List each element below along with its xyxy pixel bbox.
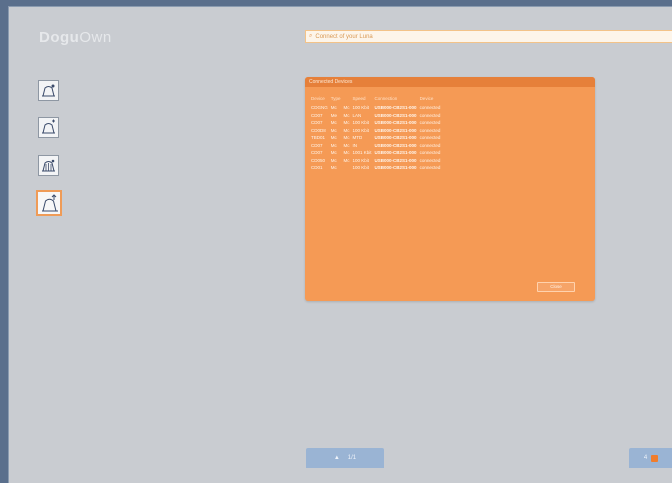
table-row[interactable]: CD07 Mc Mc 1001 Kbit USB000-CB2S1-000 connect…	[311, 149, 443, 157]
table-cell: connected	[419, 142, 441, 148]
tool-bell-network[interactable]	[38, 155, 59, 176]
arrow-up-icon: ▲	[333, 455, 340, 461]
table-cell: USB000-CB2S1-000	[374, 157, 417, 163]
table-cell: 100 Kbit	[352, 157, 370, 163]
table-cell: USB000-CB2S1-000	[374, 112, 417, 118]
column-header: Type	[330, 95, 341, 101]
table-cell: 100 Kbit	[352, 105, 370, 111]
table-row[interactable]: TBD01 Mc Mc MTD USB000-CB2S1-000 connected	[311, 134, 443, 142]
app-logo: DoguOwn	[39, 29, 112, 46]
table-cell: 100 Kbit	[352, 120, 370, 126]
table-cell: Mc	[330, 157, 337, 163]
logo-part2: Own	[79, 29, 112, 46]
connections-table: Device Type Speed Connection Device CDGN…	[311, 94, 443, 172]
table-cell: LAN	[352, 112, 362, 118]
table-cell: CDGNG	[311, 105, 328, 111]
app-window: DoguOwn ⌕ Connect of your Luna Connected…	[8, 6, 672, 483]
connections-panel: Connected Devices Device Type Speed Conn…	[305, 77, 595, 301]
corner-label: 4	[643, 455, 648, 461]
search-bar[interactable]: ⌕ Connect of your Luna	[305, 30, 672, 43]
bell-signal-icon	[42, 119, 55, 134]
table-header-row: Device Type Speed Connection Device	[311, 94, 443, 104]
corner-tab[interactable]: 4	[629, 448, 672, 468]
table-cell: USB000-CB2S1-000	[374, 150, 417, 156]
table-cell: IN	[352, 142, 358, 148]
table-cell: USB000-CB2S1-000	[374, 105, 417, 111]
column-header: Speed	[352, 95, 366, 101]
table-cell: Mc	[330, 135, 337, 141]
table-cell: Mc	[343, 105, 350, 111]
table-row[interactable]: CD0D8 Mc Mc 100 Kbit USB000-CB2S1-000 connect…	[311, 127, 443, 135]
table-cell: TBD01	[311, 135, 326, 141]
table-row[interactable]: CDGNG Mc Mc 100 Kbit USB000-CB2S1-000 connect…	[311, 104, 443, 112]
table-cell: Mc	[343, 135, 350, 141]
table-cell: Mc	[343, 127, 350, 133]
column-header: Device	[419, 95, 434, 101]
search-icon: ⌕	[309, 33, 313, 39]
table-cell: Mc	[330, 120, 337, 126]
table-cell: connected	[419, 127, 441, 133]
table-cell: CD050	[311, 157, 326, 163]
table-cell: CD0D8	[311, 127, 326, 133]
column-header: Connection	[374, 95, 398, 101]
table-cell: CD07	[311, 142, 323, 148]
tool-bell-signal[interactable]	[38, 117, 59, 138]
bell-network-icon	[42, 159, 55, 172]
table-row[interactable]: CD07 Mc Mc 100 Kbit USB000-CB2S1-000 connecte…	[311, 119, 443, 127]
table-cell: CD07	[311, 150, 323, 156]
accent-square-icon	[651, 454, 659, 462]
table-cell: connected	[419, 165, 441, 171]
column-header: Device	[311, 95, 325, 101]
table-cell: USB000-CB2S1-000	[374, 142, 417, 148]
table-cell: connected	[419, 135, 441, 141]
table-cell: connected	[419, 120, 441, 126]
table-cell: connected	[419, 150, 441, 156]
tool-bell[interactable]	[38, 80, 59, 101]
table-cell	[344, 164, 353, 172]
table-cell: Mc	[343, 150, 350, 156]
close-button[interactable]: Close	[537, 282, 575, 292]
table-cell: connected	[419, 157, 441, 163]
table-row[interactable]: CD01 Mc 100 Kbit USB000-CB2S1-000 connected	[311, 164, 443, 172]
pager-tab[interactable]: ▲ 1/1	[306, 448, 384, 468]
logo-part1: Dogu	[39, 29, 80, 46]
table-cell: 1001 Kbit	[352, 150, 372, 156]
table-cell: Me	[330, 112, 338, 118]
table-cell: 100 Kbit	[352, 165, 370, 171]
bell-icon	[42, 84, 55, 97]
table-cell: Mc	[343, 112, 350, 118]
table-cell: Mc	[343, 157, 350, 163]
table-cell: Mc	[330, 142, 337, 148]
table-cell: Mc	[330, 127, 337, 133]
table-row[interactable]: CD050 Mc Mc 100 Kbit USB000-CB2S1-000 connect…	[311, 157, 443, 165]
pager-label: 1/1	[347, 455, 357, 461]
table-cell: Mc	[343, 142, 350, 148]
connections-table-body: CDGNG Mc Mc 100 Kbit USB000-CB2S1-000 connect…	[311, 104, 443, 172]
panel-title: Connected Devices	[305, 77, 595, 87]
table-cell: Mc	[330, 165, 337, 171]
table-cell: Mc	[330, 105, 337, 111]
table-cell: USB000-CB2S1-000	[374, 120, 417, 126]
search-placeholder: Connect of your Luna	[315, 33, 373, 40]
table-cell: USB000-CB2S1-000	[374, 135, 417, 141]
table-cell: Mc	[330, 150, 337, 156]
bell-arrow-icon	[42, 194, 58, 212]
table-cell: 100 Kbit	[352, 127, 370, 133]
table-cell: MTD	[352, 135, 363, 141]
table-cell: USB000-CB2S1-000	[374, 127, 417, 133]
table-cell: connected	[419, 105, 441, 111]
table-cell: USB000-CB2S1-000	[374, 165, 417, 171]
tool-bell-arrow[interactable]	[36, 190, 62, 216]
table-row[interactable]: CD07 Mc Mc IN USB000-CB2S1-000 connected	[311, 142, 443, 150]
table-cell: connected	[419, 112, 441, 118]
table-cell: CD07	[311, 120, 323, 126]
table-cell: CD07	[311, 112, 323, 118]
table-row[interactable]: CD07 Me Mc LAN USB000-CB2S1-000 connected	[311, 112, 443, 120]
column-header	[344, 94, 353, 104]
table-cell: Mc	[343, 120, 350, 126]
table-cell: CD01	[311, 165, 323, 171]
